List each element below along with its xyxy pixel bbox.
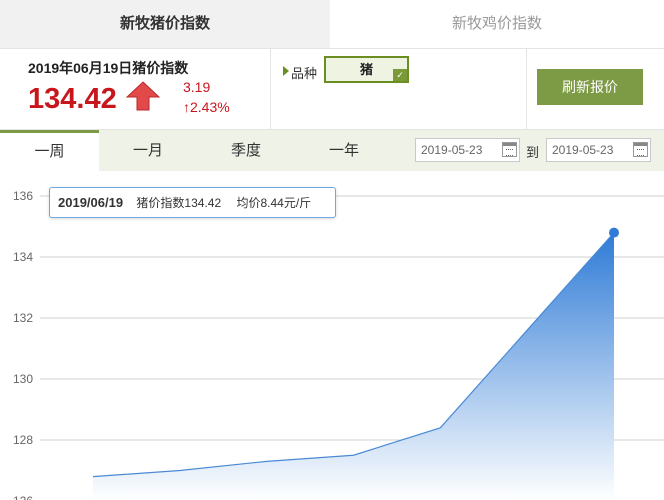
y-tick-label: 132 [13, 311, 33, 325]
tooltip-index: 猪价指数134.42 [136, 196, 222, 210]
divider [526, 49, 527, 129]
change-amount: 3.19 [183, 79, 211, 95]
tab-week[interactable]: 一周 [0, 130, 99, 171]
tab-pig-index[interactable]: 新牧猪价指数 [0, 0, 330, 48]
start-date-value: 2019-05-23 [421, 143, 483, 157]
y-tick-label: 126 [13, 494, 33, 500]
chart-tooltip: 2019/06/19 猪价指数134.42 均价8.44元/斤 [49, 187, 336, 218]
index-value: 134.42 [28, 83, 117, 115]
index-summary-panel: 2019年06月19日猪价指数 134.42 3.19 ↑2.43% 品种 猪 … [0, 48, 664, 130]
calendar-icon[interactable] [502, 142, 517, 157]
up-arrow-icon [126, 81, 160, 111]
end-date-input[interactable]: 2019-05-23 [546, 138, 651, 162]
variety-select[interactable]: 猪 ✓ [324, 56, 409, 83]
change-percent: ↑2.43% [183, 99, 230, 115]
check-icon: ✓ [393, 69, 407, 81]
calendar-icon[interactable] [633, 142, 648, 157]
index-tabs: 新牧猪价指数 新牧鸡价指数 [0, 0, 664, 48]
area-fill [93, 232, 614, 500]
y-tick-label: 130 [13, 372, 33, 386]
refresh-price-button[interactable]: 刷新报价 [537, 69, 643, 105]
variety-value: 猪 [359, 62, 373, 77]
divider [270, 49, 271, 129]
tooltip-average-price: 均价8.44元/斤 [236, 196, 312, 210]
tab-quarter[interactable]: 季度 [197, 130, 295, 171]
tooltip-date: 2019/06/19 [58, 195, 124, 210]
variety-label: 品种 [291, 66, 318, 81]
tab-chicken-index[interactable]: 新牧鸡价指数 [330, 0, 664, 48]
start-date-input[interactable]: 2019-05-23 [415, 138, 520, 162]
y-tick-label: 134 [13, 250, 33, 264]
y-tick-label: 128 [13, 433, 33, 447]
tab-month[interactable]: 一月 [99, 130, 197, 171]
highlighted-data-point[interactable] [609, 227, 619, 238]
range-bar: 一周 一月 季度 一年 2019-05-23 到 2019-05-23 [0, 130, 664, 171]
price-index-chart: 126 128 130 132 134 136 [13, 189, 664, 500]
to-label: 到 [526, 145, 540, 160]
end-date-value: 2019-05-23 [552, 143, 614, 157]
y-tick-label: 136 [13, 189, 33, 203]
tab-year[interactable]: 一年 [295, 130, 393, 171]
triangle-bullet-icon [283, 66, 289, 76]
summary-title: 2019年06月19日猪价指数 [28, 60, 189, 76]
